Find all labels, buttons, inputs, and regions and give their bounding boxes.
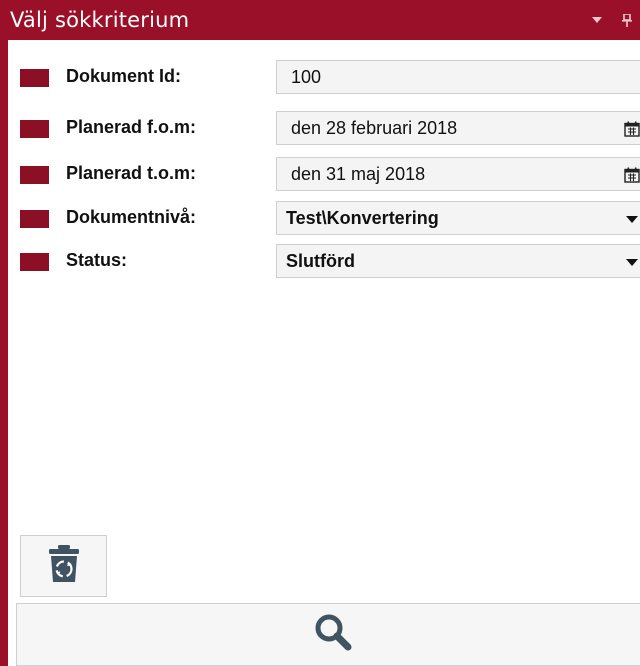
calendar-icon[interactable] xyxy=(622,166,640,184)
panel-title: Välj sökkriterium xyxy=(10,8,190,32)
criterion-label: Dokument Id: xyxy=(66,66,181,86)
panel-titlebar: Välj sökkriterium xyxy=(8,0,640,40)
criterion-label: Planerad t.o.m: xyxy=(66,163,197,183)
calendar-icon[interactable] xyxy=(622,120,640,138)
criterion-label: Status: xyxy=(66,250,128,270)
criterion-row-dokument-id: Dokument Id: 100 xyxy=(8,60,640,94)
criterion-row-planerad-fom: Planerad f.o.m: den 28 februari 2018 xyxy=(8,111,640,145)
search-criteria-panel: Välj sökkriterium Dokument Id: 100 Plane… xyxy=(0,0,640,666)
criterion-marker[interactable] xyxy=(20,166,49,184)
field-value: 100 xyxy=(291,66,322,87)
search-button[interactable] xyxy=(16,603,640,666)
chevron-down-icon[interactable] xyxy=(622,210,640,228)
dokumentniva-select[interactable]: Test\Konvertering xyxy=(276,201,640,235)
criterion-row-planerad-tom: Planerad t.o.m: den 31 maj 2018 xyxy=(8,157,640,191)
planerad-tom-date-field[interactable]: den 31 maj 2018 xyxy=(276,157,640,191)
criterion-row-dokumentniva: Dokumentnivå: Test\Konvertering xyxy=(8,201,640,235)
dropdown-arrow-icon[interactable] xyxy=(590,13,604,27)
pin-icon[interactable] xyxy=(620,13,634,27)
criterion-row-status: Status: Slutförd xyxy=(8,244,640,278)
dokument-id-input[interactable]: 100 xyxy=(276,60,640,94)
planerad-fom-date-field[interactable]: den 28 februari 2018 xyxy=(276,111,640,145)
field-value: Test\Konvertering xyxy=(286,207,439,228)
status-select[interactable]: Slutförd xyxy=(276,244,640,278)
search-icon xyxy=(314,613,352,656)
field-value: Slutförd xyxy=(286,250,355,271)
chevron-down-icon[interactable] xyxy=(622,253,640,271)
criterion-marker[interactable] xyxy=(20,210,49,228)
clear-criteria-button[interactable] xyxy=(20,535,107,597)
criterion-marker[interactable] xyxy=(20,120,49,138)
field-value: den 31 maj 2018 xyxy=(291,163,426,184)
criterion-marker[interactable] xyxy=(20,69,49,87)
criterion-label: Planerad f.o.m: xyxy=(66,117,197,137)
criterion-marker[interactable] xyxy=(20,253,49,271)
criterion-label: Dokumentnivå: xyxy=(66,207,197,227)
recycle-bin-icon xyxy=(48,544,79,588)
field-value: den 28 februari 2018 xyxy=(291,117,458,138)
title-actions xyxy=(590,0,634,40)
